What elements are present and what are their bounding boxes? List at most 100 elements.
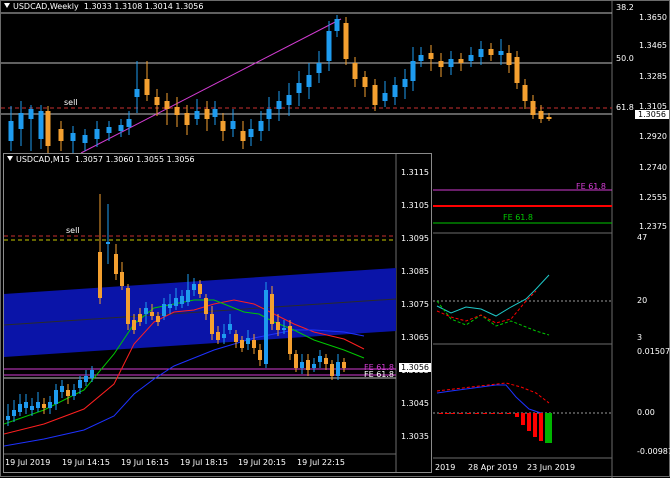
candle-body xyxy=(216,332,220,340)
weekly-price-label: 1.3285 xyxy=(639,72,667,81)
candle-body xyxy=(126,119,132,127)
candle-body xyxy=(538,111,544,119)
candle-body xyxy=(144,308,148,314)
osc2-scale-label: 0.00 xyxy=(637,408,655,417)
candle-body xyxy=(248,129,254,137)
candle-body xyxy=(184,113,190,125)
candle-body xyxy=(194,111,200,119)
weekly-time-label: 23 Jun 2019 xyxy=(527,463,576,472)
candle-body xyxy=(352,63,358,79)
m15-time-label: 19 Jul 2019 xyxy=(5,458,51,467)
osc1-scale-label: 47 xyxy=(637,233,648,242)
candle-body xyxy=(300,362,304,368)
candle-body xyxy=(286,95,292,105)
weekly-price-label: 1.3650 xyxy=(639,13,667,22)
weekly-sell-label: sell xyxy=(64,98,78,107)
osc2-histogram-bar xyxy=(533,413,537,437)
m15-title[interactable]: USDCAD,M15 1.3057 1.3060 1.3055 1.3056 xyxy=(7,155,195,164)
candle-body xyxy=(266,109,272,119)
candle-body xyxy=(342,362,346,368)
candle-body xyxy=(306,360,310,370)
candle-body xyxy=(126,288,130,324)
candle-body xyxy=(210,314,214,334)
candle-body xyxy=(174,298,178,306)
fe-green-label: FE 61.8 xyxy=(503,213,534,222)
osc2-histogram-bar xyxy=(547,413,552,443)
m15-fe-label-b: FE 61.8 xyxy=(364,370,395,379)
candle-body xyxy=(498,51,504,55)
candle-body xyxy=(180,296,184,304)
candle-body xyxy=(324,358,328,364)
candle-body xyxy=(18,113,24,129)
candle-body xyxy=(138,314,142,322)
candle-body xyxy=(156,316,160,322)
candle-body xyxy=(30,406,34,410)
fib-61-label: 61.8 xyxy=(616,103,634,112)
candle-body xyxy=(312,364,316,368)
candle-body xyxy=(132,320,136,330)
chevron-down-icon[interactable] xyxy=(4,3,10,8)
chevron-down-icon[interactable] xyxy=(7,156,13,161)
candle-body xyxy=(264,290,268,364)
osc1-scale-label: 3 xyxy=(637,333,643,342)
candle-body xyxy=(343,23,349,59)
weekly-price-label: 1.2375 xyxy=(639,222,667,231)
candle-body xyxy=(392,85,398,97)
candle-body xyxy=(6,416,10,420)
candle-body xyxy=(316,63,322,73)
candle-body xyxy=(18,404,22,412)
m15-price-label: 1.3045 xyxy=(401,399,429,408)
candle-body xyxy=(78,380,82,388)
weekly-current-price-badge: 1.3056 xyxy=(635,110,669,119)
candle-body xyxy=(164,101,170,109)
m15-chart-window[interactable]: USDCAD,M15 1.3057 1.3060 1.3055 1.3056 s… xyxy=(3,153,432,473)
candle-body xyxy=(162,304,166,316)
candle-body xyxy=(448,59,454,67)
candle-body xyxy=(45,111,51,146)
osc2-scale-label: 0.01507 xyxy=(637,347,670,356)
m15-time-label: 19 Jul 16:15 xyxy=(121,458,169,467)
candle-body xyxy=(402,79,408,87)
m15-time-label: 19 Jul 22:15 xyxy=(297,458,345,467)
osc2-histogram-bar xyxy=(521,413,525,425)
candle-body xyxy=(246,338,250,344)
m15-time-label: 19 Jul 20:15 xyxy=(238,458,286,467)
weekly-time-label: 28 Apr 2019 xyxy=(468,463,518,472)
candle-body xyxy=(24,402,28,408)
m15-price-label: 1.3085 xyxy=(401,267,429,276)
fib-38-label: 38.2 xyxy=(616,3,634,12)
weekly-price-label: 1.2555 xyxy=(639,193,667,202)
candle-body xyxy=(458,59,464,63)
candle-body xyxy=(204,298,208,314)
candle-body xyxy=(98,252,102,298)
candle-body xyxy=(294,354,298,368)
candle-body xyxy=(186,290,190,302)
osc1-scale-label: 20 xyxy=(637,296,648,305)
candle-body xyxy=(240,131,246,141)
m15-price-label: 1.3075 xyxy=(401,300,429,309)
m15-price-label: 1.3035 xyxy=(401,432,429,441)
weekly-price-label: 1.3465 xyxy=(639,41,667,50)
candle-body xyxy=(154,97,160,105)
weekly-title[interactable]: USDCAD,Weekly 1.3033 1.3108 1.3014 1.305… xyxy=(4,2,203,11)
candle-body xyxy=(198,284,202,294)
candle-body xyxy=(144,79,150,95)
candle-body xyxy=(70,133,76,141)
osc2-histogram-bar xyxy=(445,413,449,414)
candle-body xyxy=(468,55,474,61)
m15-price-label: 1.3065 xyxy=(401,333,429,342)
osc1-red xyxy=(436,290,537,324)
m15-chart-canvas xyxy=(4,154,397,472)
candle-body xyxy=(58,129,64,141)
candle-body xyxy=(114,254,118,274)
candle-body xyxy=(382,93,388,101)
m15-ohlc: 1.3057 1.3060 1.3055 1.3056 xyxy=(75,155,195,164)
m15-current-price-badge: 1.3056 xyxy=(399,363,431,372)
candle-body xyxy=(334,19,340,31)
osc2-histogram-bar xyxy=(483,413,487,414)
weekly-symbol: USDCAD,Weekly xyxy=(13,2,79,11)
candle-body xyxy=(282,328,286,330)
weekly-trend-line[interactable] xyxy=(80,18,342,154)
osc1-signal xyxy=(436,300,550,336)
candle-body xyxy=(72,390,76,396)
